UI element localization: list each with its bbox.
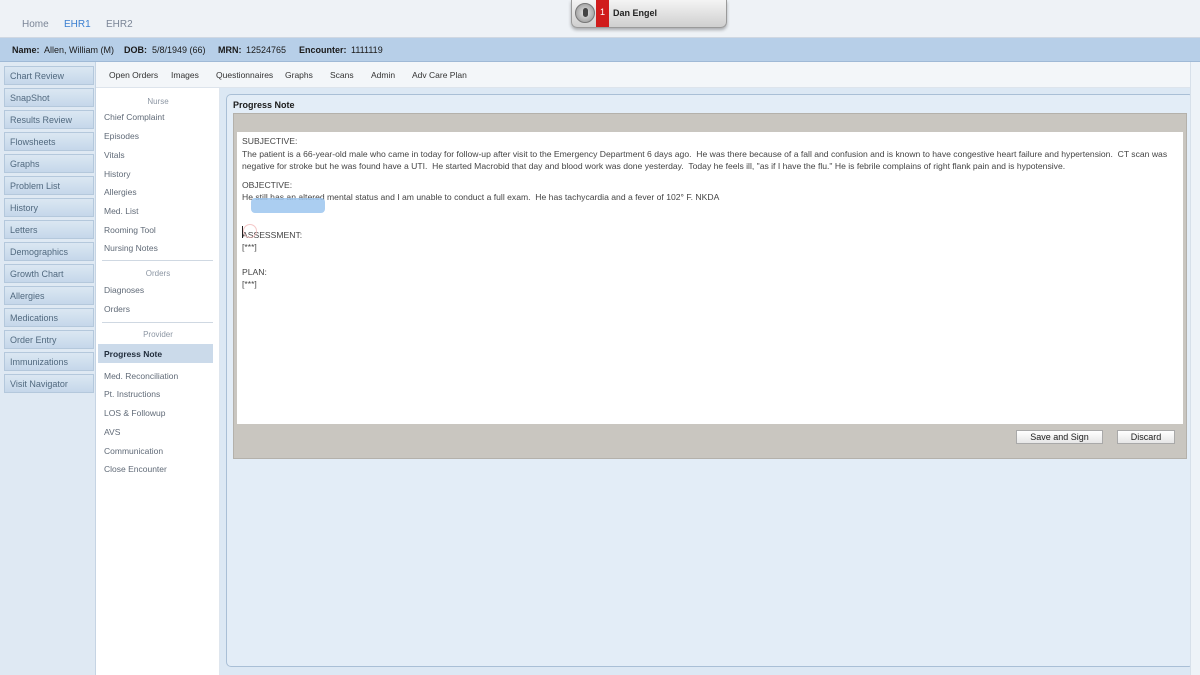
patient-encounter: 1111119 bbox=[351, 45, 383, 55]
subnav-questionnaires[interactable]: Questionnaires bbox=[216, 70, 273, 80]
nav-snapshot[interactable]: SnapShot bbox=[4, 88, 94, 107]
top-navigation: Home EHR1 EHR2 1 Dan Engel bbox=[0, 0, 1200, 38]
nav-problem-list[interactable]: Problem List bbox=[4, 176, 94, 195]
activity-history[interactable]: History bbox=[104, 169, 130, 179]
activity-avs[interactable]: AVS bbox=[104, 427, 120, 437]
note-editor[interactable]: SUBJECTIVE: The patient is a 66-year-old… bbox=[237, 132, 1183, 424]
nav-chart-review[interactable]: Chart Review bbox=[4, 66, 94, 85]
activity-los-followup[interactable]: LOS & Followup bbox=[104, 408, 165, 418]
plan-label: PLAN: bbox=[242, 266, 267, 277]
objective-text: He still has an altered mental status an… bbox=[242, 192, 720, 202]
nav-medications[interactable]: Medications bbox=[4, 308, 94, 327]
panel-title: Progress Note bbox=[233, 100, 295, 110]
patient-dob: 5/8/1949 (66) bbox=[152, 45, 206, 55]
user-name: Dan Engel bbox=[613, 8, 658, 18]
activity-chief-complaint[interactable]: Chief Complaint bbox=[104, 112, 164, 122]
patient-name: Allen, William (M) bbox=[44, 45, 115, 55]
notification-badge[interactable]: 1 bbox=[596, 0, 609, 27]
dictation-tooltip bbox=[251, 198, 325, 213]
encounter-label: Encounter: bbox=[299, 45, 347, 55]
progress-note-panel: Progress Note SUBJECTIVE: The patient is… bbox=[226, 94, 1194, 667]
nav-history[interactable]: History bbox=[4, 198, 94, 217]
nav-immunizations[interactable]: Immunizations bbox=[4, 352, 94, 371]
nav-flowsheets[interactable]: Flowsheets bbox=[4, 132, 94, 151]
dob-label: DOB: bbox=[124, 45, 147, 55]
subnav-images[interactable]: Images bbox=[171, 70, 199, 80]
activity-rooming-tool[interactable]: Rooming Tool bbox=[104, 225, 156, 235]
activity-nursing-notes[interactable]: Nursing Notes bbox=[104, 243, 158, 253]
tab-ehr1[interactable]: EHR1 bbox=[64, 19, 91, 30]
assessment-text[interactable]: [***] bbox=[242, 241, 1178, 254]
subnav-admin[interactable]: Admin bbox=[371, 70, 395, 80]
activity-list: Nurse Chief Complaint Episodes Vitals Hi… bbox=[96, 88, 220, 675]
activity-med-reconciliation[interactable]: Med. Reconciliation bbox=[104, 371, 178, 381]
section-divider bbox=[102, 260, 213, 261]
tab-ehr2[interactable]: EHR2 bbox=[106, 19, 133, 30]
activity-orders[interactable]: Orders bbox=[104, 304, 130, 314]
plan-text[interactable]: [***] bbox=[242, 278, 1178, 291]
assessment-label: ASSESSMENT: bbox=[242, 229, 303, 240]
section-divider bbox=[102, 322, 213, 323]
nav-letters[interactable]: Letters bbox=[4, 220, 94, 239]
nav-order-entry[interactable]: Order Entry bbox=[4, 330, 94, 349]
subnav-scans[interactable]: Scans bbox=[330, 70, 354, 80]
sub-navigation: Open Orders Images Questionnaires Graphs… bbox=[96, 62, 1200, 88]
orders-section-header: Orders bbox=[145, 269, 171, 278]
activity-pt-instructions[interactable]: Pt. Instructions bbox=[104, 389, 160, 399]
mrn-label: MRN: bbox=[218, 45, 242, 55]
activity-episodes[interactable]: Episodes bbox=[104, 131, 139, 141]
nurse-section-header: Nurse bbox=[147, 97, 169, 106]
microphone-icon[interactable] bbox=[575, 3, 595, 23]
nav-demographics[interactable]: Demographics bbox=[4, 242, 94, 261]
dictation-icon bbox=[243, 224, 257, 238]
nav-growth-chart[interactable]: Growth Chart bbox=[4, 264, 94, 283]
subnav-adv-care-plan[interactable]: Adv Care Plan bbox=[412, 70, 467, 80]
nav-graphs[interactable]: Graphs bbox=[4, 154, 94, 173]
activity-communication[interactable]: Communication bbox=[104, 446, 163, 456]
activity-progress-note[interactable]: Progress Note bbox=[104, 349, 162, 359]
nav-results-review[interactable]: Results Review bbox=[4, 110, 94, 129]
nav-visit-navigator[interactable]: Visit Navigator bbox=[4, 374, 94, 393]
activity-diagnoses[interactable]: Diagnoses bbox=[104, 285, 144, 295]
discard-button[interactable]: Discard bbox=[1117, 430, 1175, 444]
main-content: Progress Note SUBJECTIVE: The patient is… bbox=[220, 88, 1200, 675]
tab-home[interactable]: Home bbox=[22, 19, 49, 30]
name-label: Name: bbox=[12, 45, 40, 55]
patient-banner: Name: Allen, William (M) DOB: 5/8/1949 (… bbox=[0, 38, 1200, 62]
activity-close-encounter[interactable]: Close Encounter bbox=[104, 464, 167, 474]
subjective-label: SUBJECTIVE: bbox=[242, 136, 298, 146]
activity-med-list[interactable]: Med. List bbox=[104, 206, 139, 216]
subnav-graphs[interactable]: Graphs bbox=[285, 70, 313, 80]
activity-allergies[interactable]: Allergies bbox=[104, 187, 137, 197]
patient-mrn: 12524765 bbox=[246, 45, 287, 55]
subnav-open-orders[interactable]: Open Orders bbox=[109, 70, 158, 80]
user-widget[interactable]: 1 Dan Engel bbox=[571, 0, 727, 28]
editor-frame: SUBJECTIVE: The patient is a 66-year-old… bbox=[233, 113, 1187, 459]
subjective-text: The patient is a 66-year-old male who ca… bbox=[242, 148, 1170, 172]
objective-label: OBJECTIVE: bbox=[242, 179, 293, 190]
scrollbar[interactable] bbox=[1190, 62, 1200, 675]
provider-section-header: Provider bbox=[143, 330, 173, 339]
nav-allergies[interactable]: Allergies bbox=[4, 286, 94, 305]
left-navigation: Chart Review SnapShot Results Review Flo… bbox=[0, 62, 96, 675]
save-and-sign-button[interactable]: Save and Sign bbox=[1016, 430, 1103, 444]
activity-vitals[interactable]: Vitals bbox=[104, 150, 125, 160]
